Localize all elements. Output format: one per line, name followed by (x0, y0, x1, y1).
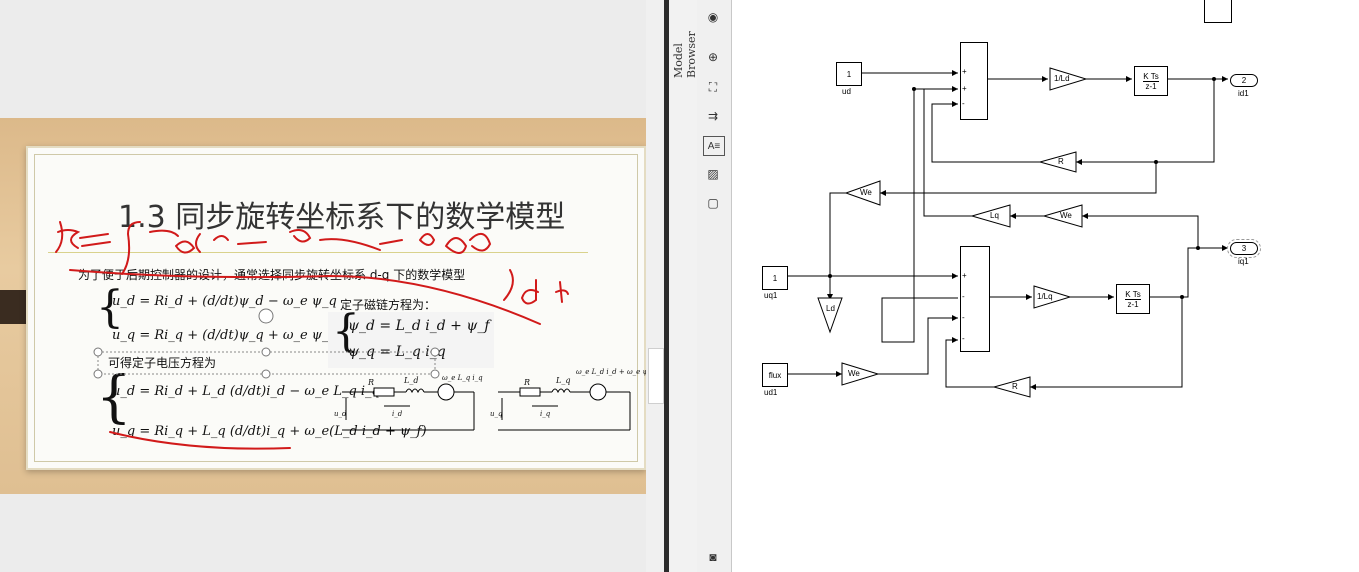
gain-we-1-label: We (860, 188, 872, 197)
gain-r-bottom-label: R (1012, 382, 1018, 391)
gain-1-ld-label: 1/Ld (1054, 74, 1070, 83)
gain-1-lq-label: 1/Lq (1037, 292, 1053, 301)
outport-id1-name: id1 (1238, 89, 1249, 98)
partial-block[interactable] (1204, 0, 1232, 23)
outport-iq1-name: iq1 (1238, 257, 1249, 266)
inport-uq1-name: uq1 (764, 291, 778, 300)
gain-ld-label: Ld (826, 304, 835, 313)
inport-uq1[interactable]: 1 (762, 266, 788, 290)
integrator-bottom-den: z-1 (1127, 299, 1139, 309)
integrator-top-num: K Ts (1143, 71, 1159, 82)
sum-bottom-sign-1: + (962, 271, 967, 280)
const-flux[interactable]: flux (762, 363, 788, 387)
outport-iq1[interactable]: 3 (1227, 239, 1261, 258)
sum-top-sign-3: - (962, 99, 965, 108)
outport-id1[interactable]: 2 (1230, 74, 1258, 87)
integrator-bottom-num: K Ts (1125, 289, 1141, 300)
integrator-top[interactable]: K Ts z-1 (1134, 66, 1168, 96)
sum-top[interactable] (960, 42, 988, 120)
sum-top-sign-2: + (962, 84, 967, 93)
integrator-top-den: z-1 (1145, 81, 1157, 91)
inport-ud-name: ud (842, 87, 851, 96)
gain-we-2-label: We (1060, 211, 1072, 220)
sum-bottom-sign-3: - (962, 313, 965, 322)
gain-r-top-label: R (1058, 157, 1064, 166)
gain-lq-label: Lq (990, 211, 999, 220)
sum-bottom-sign-2: - (962, 292, 965, 301)
sum-top-sign-1: + (962, 67, 967, 76)
sum-bottom-sign-4: - (962, 334, 965, 343)
gain-we-3-label: We (848, 369, 860, 378)
inport-ud[interactable]: 1 (836, 62, 862, 86)
const-flux-name: ud1 (764, 388, 778, 397)
integrator-bottom[interactable]: K Ts z-1 (1116, 284, 1150, 314)
